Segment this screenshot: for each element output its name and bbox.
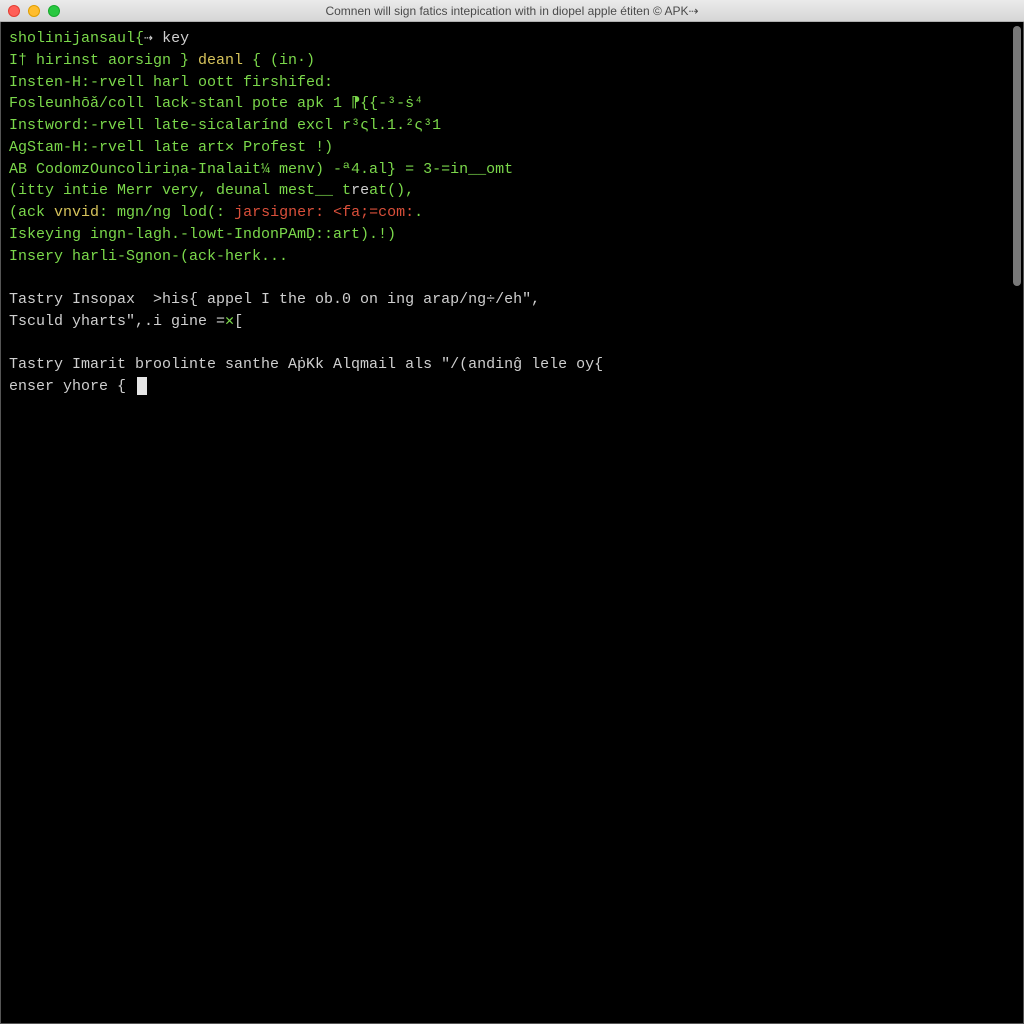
terminal-text: [ <box>234 313 243 330</box>
terminal-text: enser yhore { <box>9 378 135 395</box>
titlebar[interactable]: Comnen will sign fatics intepication wit… <box>0 0 1024 22</box>
terminal-text: Tsculd yharts",.i gine = <box>9 313 225 330</box>
terminal-text: at(), <box>369 182 414 199</box>
terminal-line: Iskeying ingn-lagh.-lowt-IndonPAmḌ::art)… <box>9 224 1015 246</box>
terminal-text: (ack <box>9 204 54 221</box>
terminal-text: Insten-H:-rvell harl oott firshifed: <box>9 74 333 91</box>
scrollbar[interactable] <box>1013 26 1021 286</box>
terminal-line: Instword:-rvell late-sicalarínd excl r³ς… <box>9 115 1015 137</box>
terminal-line: AgStam-H:-rvell late art✕ Profest !) <box>9 137 1015 159</box>
terminal-text: ⇢ key <box>144 30 189 47</box>
terminal-line: sholinijansaul{⇢ key <box>9 28 1015 50</box>
traffic-lights <box>8 5 60 17</box>
terminal-text: ✕ <box>225 313 234 330</box>
terminal-text: (itty intie Merr very, deunal mest__ t <box>9 182 351 199</box>
terminal-text: Iskeying ingn-lagh.-lowt-IndonPAmḌ::art)… <box>9 226 396 243</box>
terminal-line: Insery harli-Sgnon-(ack-herk... <box>9 246 1015 268</box>
terminal-line: enser yhore { <box>9 376 1015 398</box>
terminal-text: Instword:-rvell late-sicalarínd excl r³ς… <box>9 117 441 134</box>
terminal-text: re <box>351 182 369 199</box>
terminal-line: (ack vnvid: mgn/ng lod(: jarsigner: <fa;… <box>9 202 1015 224</box>
terminal-text: Tastry Imarit broolinte santhe AṗKk Alqm… <box>9 356 603 373</box>
terminal-text: . <box>414 204 423 221</box>
terminal-text: Fosleunhōǎ/coll lack-stanl pote apk 1 ⁋{… <box>9 95 423 112</box>
terminal-text: deanl <box>198 52 243 69</box>
terminal-window: Comnen will sign fatics intepication wit… <box>0 0 1024 1024</box>
minimize-button[interactable] <box>28 5 40 17</box>
terminal-body[interactable]: sholinijansaul{⇢ keyI† hirinst aorsign }… <box>0 22 1024 1024</box>
close-button[interactable] <box>8 5 20 17</box>
window-title: Comnen will sign fatics intepication wit… <box>0 4 1024 18</box>
terminal-text: Tastry Insopax >his{ appel I the ob.0 on… <box>9 291 540 308</box>
terminal-text: vnvid <box>54 204 99 221</box>
terminal-line <box>9 267 1015 289</box>
terminal-line: I† hirinst aorsign } deanl { (in·) <box>9 50 1015 72</box>
terminal-output: sholinijansaul{⇢ keyI† hirinst aorsign }… <box>9 28 1015 398</box>
terminal-text: jarsigner: <fa;=com: <box>234 204 414 221</box>
terminal-text: AgStam-H:-rvell late art✕ Profest !) <box>9 139 333 156</box>
terminal-line: Tastry Imarit broolinte santhe AṗKk Alqm… <box>9 354 1015 376</box>
terminal-line: Tastry Insopax >his{ appel I the ob.0 on… <box>9 289 1015 311</box>
terminal-text: sholinijansaul{ <box>9 30 144 47</box>
terminal-line: AB CodomzOuncoliriņa-Inalait¼ menv) -ª4.… <box>9 159 1015 181</box>
terminal-text: AB CodomzOuncoliriņa-Inalait¼ menv) -ª4.… <box>9 161 513 178</box>
terminal-line: (itty intie Merr very, deunal mest__ tre… <box>9 180 1015 202</box>
terminal-line <box>9 333 1015 355</box>
terminal-text: { (in·) <box>243 52 315 69</box>
terminal-text: I† hirinst aorsign } <box>9 52 198 69</box>
cursor <box>137 377 147 395</box>
maximize-button[interactable] <box>48 5 60 17</box>
terminal-line: Tsculd yharts",.i gine =✕[ <box>9 311 1015 333</box>
terminal-line: Insten-H:-rvell harl oott firshifed: <box>9 72 1015 94</box>
terminal-text: Insery harli-Sgnon-(ack-herk... <box>9 248 288 265</box>
terminal-text: : mgn/ng lod(: <box>99 204 234 221</box>
terminal-line: Fosleunhōǎ/coll lack-stanl pote apk 1 ⁋{… <box>9 93 1015 115</box>
